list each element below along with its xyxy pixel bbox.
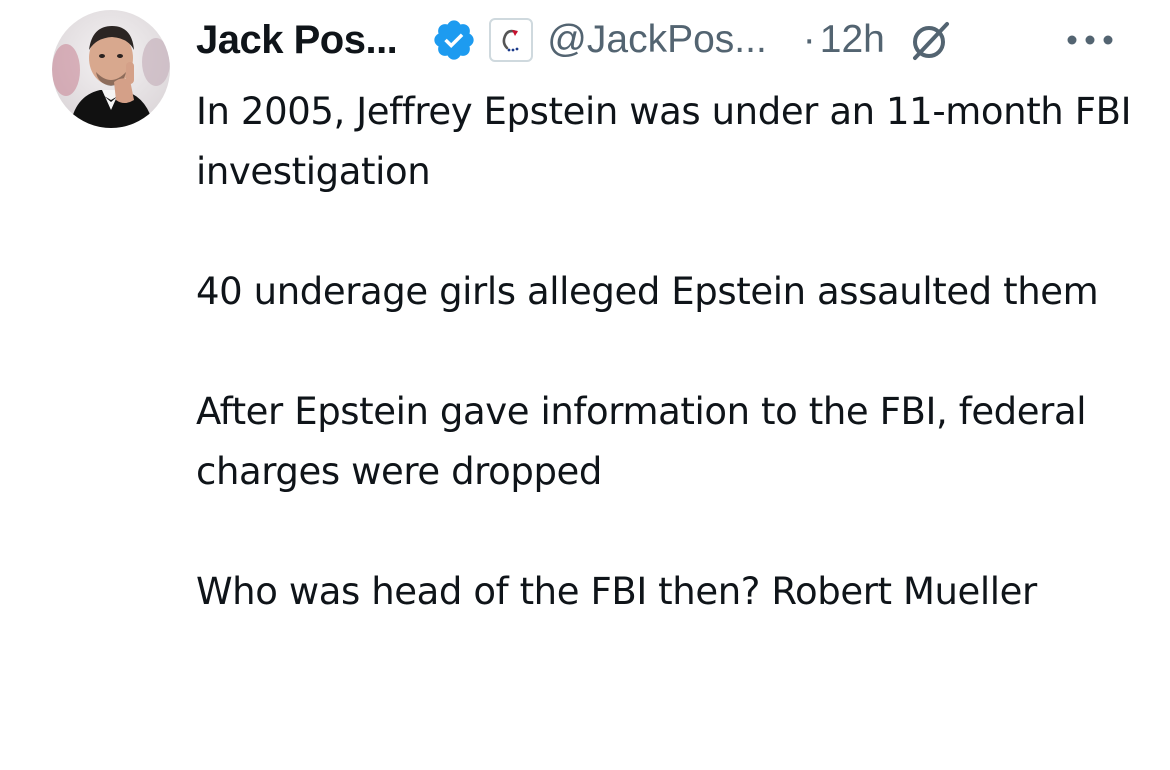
tweet-header: Jack Pos... @JackPos... · 12h xyxy=(196,14,1114,66)
avatar[interactable] xyxy=(52,10,170,128)
author-display-name[interactable]: Jack Pos... xyxy=(196,18,398,63)
author-handle[interactable]: @JackPos... xyxy=(547,18,767,62)
separator-dot: · xyxy=(802,18,816,61)
grok-icon[interactable] xyxy=(907,16,955,64)
tweet-paragraph: Who was head of the FBI then? Robert Mue… xyxy=(196,570,1037,613)
tweet-text: In 2005, Jeffrey Epstein was under an 11… xyxy=(196,82,1136,622)
tweet-paragraph: In 2005, Jeffrey Epstein was under an 11… xyxy=(196,90,1132,193)
timestamp[interactable]: 12h xyxy=(820,18,885,62)
tweet-paragraph: After Epstein gave information to the FB… xyxy=(196,390,1087,493)
more-options-icon[interactable] xyxy=(1062,28,1118,52)
tweet-paragraph: 40 underage girls alleged Epstein assaul… xyxy=(196,270,1099,313)
affiliate-badge-icon[interactable] xyxy=(489,18,534,62)
verified-badge-icon[interactable] xyxy=(431,17,477,63)
